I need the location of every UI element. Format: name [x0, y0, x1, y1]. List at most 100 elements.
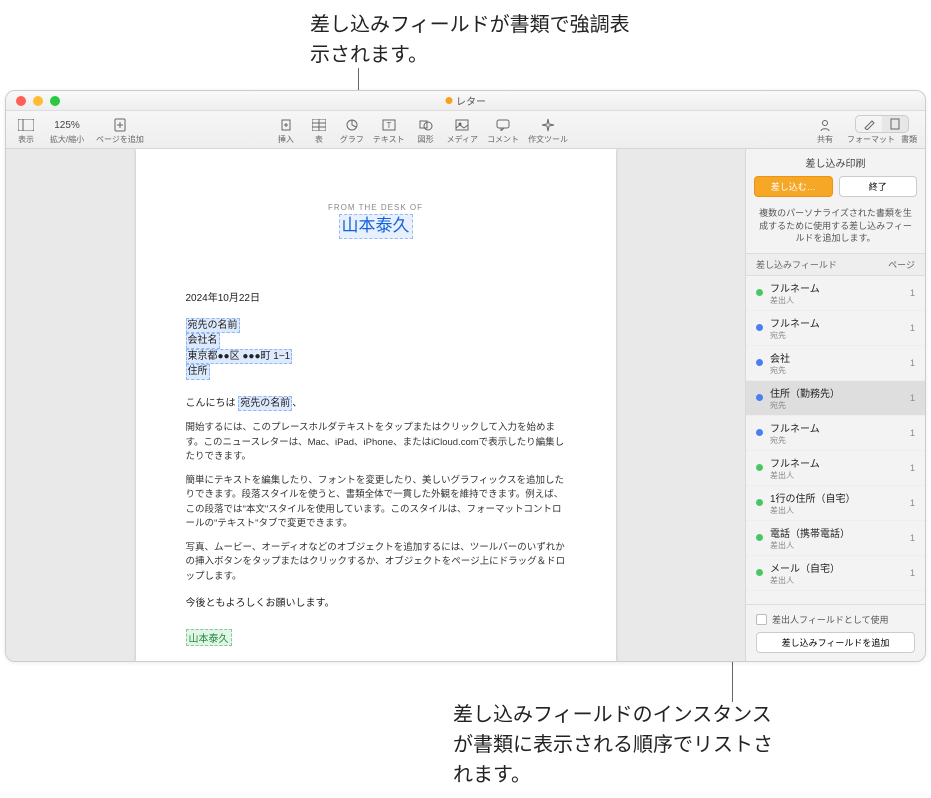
shape-button[interactable]: 図形: [414, 117, 438, 145]
merge-field-sender[interactable]: 山本泰久: [339, 214, 413, 239]
table-button[interactable]: 表: [307, 117, 331, 145]
merge-field-row[interactable]: 住所（勤務先）宛先1: [746, 381, 925, 416]
document-tab-icon[interactable]: [882, 116, 908, 132]
merge-field-list[interactable]: フルネーム差出人1フルネーム宛先1会社宛先1住所（勤務先）宛先1フルネーム宛先1…: [746, 276, 925, 604]
field-count: 1: [910, 358, 915, 368]
closing-line[interactable]: 今後ともよろしくお願いします。: [186, 594, 566, 609]
col-field-label: 差し込みフィールド: [756, 258, 837, 271]
sender-name-heading[interactable]: 山本泰久: [186, 214, 566, 239]
merge-field-row[interactable]: 1行の住所（自宅）差出人 1: [746, 486, 925, 521]
inspector-title: 差し込み印刷: [746, 149, 925, 176]
field-color-dot: [756, 359, 763, 366]
svg-text:T: T: [386, 121, 391, 130]
field-count: 1: [910, 463, 915, 473]
minimize-button[interactable]: [33, 96, 43, 106]
maximize-button[interactable]: [50, 96, 60, 106]
field-sub: 差出人: [770, 505, 903, 516]
field-name: 住所（勤務先）: [770, 385, 903, 400]
greeting-prefix: こんにちは: [186, 398, 239, 409]
zoom-menu[interactable]: 125% 拡大/縮小: [47, 117, 87, 145]
field-sub: 宛先: [770, 400, 903, 411]
field-list-header: 差し込みフィールド ページ: [746, 253, 925, 276]
document-page[interactable]: FROM THE DESK OF 山本泰久 2024年10月22日 宛先の名前 …: [136, 149, 616, 661]
field-sub: 差出人: [770, 470, 903, 481]
merge-field-address-line[interactable]: 東京都●●区 ●●●町 1−1: [186, 349, 293, 365]
recipient-block[interactable]: 宛先の名前 会社名 東京都●●区 ●●●町 1−1 住所: [186, 318, 566, 380]
field-name: 1行の住所（自宅）: [770, 490, 903, 505]
shape-label: 図形: [418, 134, 434, 145]
shape-icon: [417, 117, 435, 133]
field-sub: 差出人: [770, 540, 903, 551]
inspector-panel: 差し込み印刷 差し込む… 終了 複数のパーソナライズされた書類を生成するために使…: [745, 149, 925, 661]
share-icon: [816, 117, 834, 133]
field-name: フルネーム: [770, 315, 903, 330]
field-count: 1: [910, 323, 915, 333]
field-sub: 差出人: [770, 295, 903, 306]
paragraph-3[interactable]: 写真、ムービー、オーディオなどのオブジェクトを追加するには、ツールバーのいずれか…: [186, 541, 566, 584]
add-page-label: ページを追加: [96, 134, 144, 145]
use-as-sender-label: 差出人フィールドとして使用: [772, 613, 889, 626]
field-color-dot: [756, 324, 763, 331]
done-button[interactable]: 終了: [839, 176, 918, 197]
merge-field-row[interactable]: フルネーム差出人1: [746, 276, 925, 311]
merge-field-company[interactable]: 会社名: [186, 333, 220, 349]
inspector-tabs[interactable]: [855, 115, 909, 133]
field-count: 1: [910, 288, 915, 298]
merge-field-row[interactable]: 電話（携帯電話）差出人1: [746, 521, 925, 556]
media-button[interactable]: メディア: [447, 117, 478, 145]
merge-field-recipient-name[interactable]: 宛先の名前: [186, 318, 240, 334]
insert-label: 挿入: [278, 134, 294, 145]
insert-icon: [277, 117, 295, 133]
author-tools-button[interactable]: 作文ツール: [528, 117, 568, 145]
merge-field-row[interactable]: フルネーム宛先1: [746, 416, 925, 451]
share-button[interactable]: 共有: [813, 117, 837, 145]
use-as-sender-checkbox[interactable]: 差出人フィールドとして使用: [756, 613, 915, 626]
field-sub: 差出人: [770, 575, 903, 586]
media-label: メディア: [447, 134, 478, 145]
comment-label: コメント: [487, 134, 519, 145]
add-merge-field-button[interactable]: 差し込みフィールドを追加: [756, 632, 915, 653]
add-page-button[interactable]: ページを追加: [96, 117, 144, 145]
zoom-label: 拡大/縮小: [50, 134, 84, 145]
text-icon: T: [380, 117, 398, 133]
view-menu[interactable]: 表示: [14, 117, 38, 145]
merge-field-row[interactable]: フルネーム差出人 1: [746, 451, 925, 486]
date-text[interactable]: 2024年10月22日: [186, 289, 566, 304]
window-title-text: レター: [456, 93, 486, 108]
field-name: 会社: [770, 350, 903, 365]
paragraph-1[interactable]: 開始するには、このプレースホルダテキストをタップまたはクリックして入力を始めます…: [186, 421, 566, 464]
content-area: FROM THE DESK OF 山本泰久 2024年10月22日 宛先の名前 …: [6, 149, 925, 661]
merge-field-row[interactable]: 会社宛先 1: [746, 346, 925, 381]
insert-button[interactable]: 挿入: [274, 117, 298, 145]
signature-block[interactable]: 山本泰久: [186, 629, 566, 646]
field-count: 1: [910, 498, 915, 508]
comment-button[interactable]: コメント: [487, 117, 519, 145]
add-page-icon: [111, 117, 129, 133]
comment-icon: [494, 117, 512, 133]
document-tab-label: 書類: [901, 134, 917, 145]
merge-field-row[interactable]: メール（自宅）差出人1: [746, 556, 925, 591]
view-icon: [17, 117, 35, 133]
merge-field-greeting-name[interactable]: 宛先の名前: [238, 396, 292, 412]
text-button[interactable]: T テキスト: [373, 117, 405, 145]
field-color-dot: [756, 464, 763, 471]
format-tab-icon[interactable]: [856, 116, 882, 132]
field-name: 電話（携帯電話）: [770, 525, 903, 540]
document-canvas[interactable]: FROM THE DESK OF 山本泰久 2024年10月22日 宛先の名前 …: [6, 149, 745, 661]
greeting-suffix: 、: [292, 398, 302, 409]
author-label: 作文ツール: [528, 134, 568, 145]
merge-field-address-label[interactable]: 住所: [186, 364, 210, 380]
col-page-label: ページ: [888, 258, 915, 271]
close-button[interactable]: [16, 96, 26, 106]
app-window: レター 表示 125% 拡大/縮小 ページを追加 挿入: [5, 90, 926, 662]
field-sub: 宛先: [770, 365, 903, 376]
chart-button[interactable]: グラフ: [340, 117, 364, 145]
paragraph-2[interactable]: 簡単にテキストを編集したり、フォントを変更したり、美しいグラフィックスを追加した…: [186, 474, 566, 531]
field-name: フルネーム: [770, 455, 903, 470]
merge-field-signature[interactable]: 山本泰久: [186, 629, 232, 646]
greeting-line[interactable]: こんにちは 宛先の名前、: [186, 394, 566, 412]
merge-field-row[interactable]: フルネーム宛先1: [746, 311, 925, 346]
field-color-dot: [756, 394, 763, 401]
format-tab-label: フォーマット: [847, 134, 895, 145]
merge-button[interactable]: 差し込む…: [754, 176, 833, 197]
